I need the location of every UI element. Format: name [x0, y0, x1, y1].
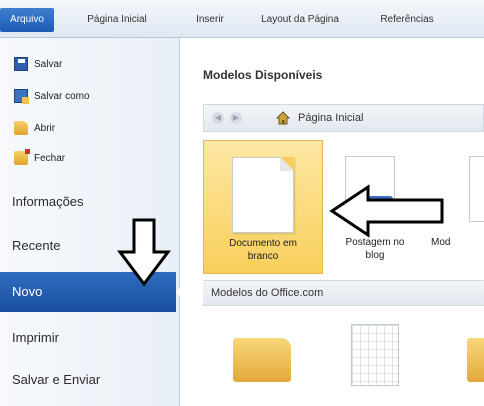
- save-label: Salvar: [34, 58, 63, 70]
- home-icon[interactable]: [276, 111, 290, 125]
- folder-icon[interactable]: [233, 338, 291, 382]
- save-command[interactable]: Salvar: [14, 54, 62, 74]
- left-arrow-annotation: [329, 184, 444, 238]
- office-templates-header: Modelos do Office.com: [203, 280, 484, 306]
- template-label: Postagem no blog: [345, 237, 405, 261]
- ribbon-tabs: Arquivo Página Inicial Inserir Layout da…: [0, 0, 484, 38]
- breadcrumb-home[interactable]: Página Inicial: [298, 112, 363, 124]
- sidebar-item-salvar-enviar[interactable]: Salvar e Enviar: [0, 360, 168, 400]
- template-label: Documento em branco: [229, 238, 297, 262]
- close-label: Fechar: [34, 152, 66, 164]
- close-command[interactable]: Fechar: [14, 148, 65, 168]
- template-navbar: ◀ ▶ Página Inicial: [203, 104, 484, 132]
- save-icon: [14, 57, 28, 71]
- partial-template-icon: [469, 156, 484, 222]
- section-title: Modelos Disponíveis: [203, 68, 323, 82]
- tab-layout[interactable]: Layout da Página: [256, 8, 344, 32]
- tab-referencias[interactable]: Referências: [368, 8, 446, 32]
- save-as-label: Salvar como: [34, 90, 90, 102]
- forward-arrow-icon[interactable]: ▶: [230, 112, 242, 124]
- tab-inserir[interactable]: Inserir: [188, 8, 232, 32]
- open-command[interactable]: Abrir: [14, 118, 55, 138]
- open-folder-icon: [14, 121, 28, 135]
- blank-document-icon: [232, 157, 294, 233]
- folder-icon-partial[interactable]: [467, 338, 484, 382]
- sidebar-item-novo-label: Novo: [12, 284, 43, 299]
- template-blank-document[interactable]: Documento em branco: [203, 140, 323, 274]
- back-arrow-icon[interactable]: ◀: [212, 112, 224, 124]
- tab-arquivo[interactable]: Arquivo: [0, 8, 54, 32]
- down-arrow-annotation: [117, 218, 171, 287]
- sidebar-item-informacoes[interactable]: Informações: [0, 182, 168, 222]
- close-folder-icon: [14, 149, 30, 165]
- save-as-icon: [14, 89, 29, 104]
- open-label: Abrir: [34, 122, 56, 134]
- spreadsheet-icon[interactable]: [351, 324, 399, 386]
- save-as-command[interactable]: Salvar como: [14, 86, 90, 106]
- tab-pagina-inicial[interactable]: Página Inicial: [78, 8, 156, 32]
- sidebar-item-imprimir[interactable]: Imprimir: [0, 318, 168, 358]
